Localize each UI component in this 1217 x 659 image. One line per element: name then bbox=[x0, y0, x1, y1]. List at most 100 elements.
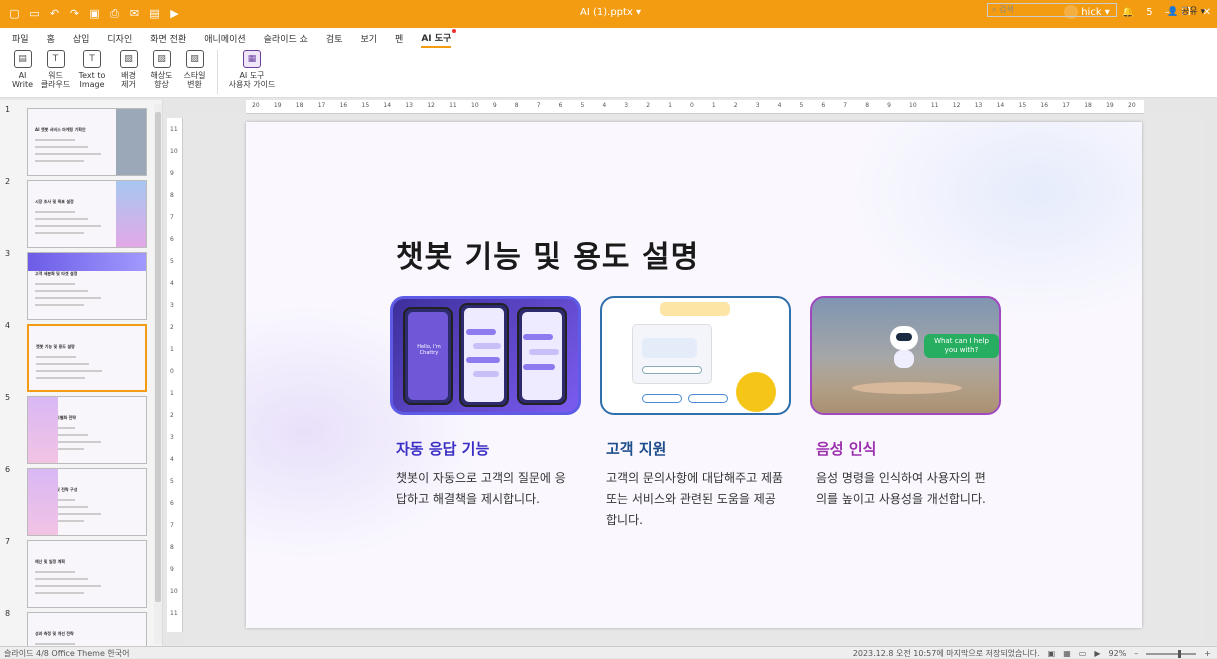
card-heading[interactable]: 자동 응답 기능 bbox=[396, 438, 489, 459]
ribbon-button-2[interactable]: T Text to Image bbox=[72, 48, 112, 96]
document-title[interactable]: AI (1).pptx ▾ bbox=[580, 7, 641, 18]
tab-2[interactable]: 삽입 bbox=[73, 30, 90, 47]
tab-10[interactable]: AI 도구 bbox=[421, 28, 457, 48]
redo-icon[interactable]: ↷ bbox=[68, 7, 81, 20]
zoom-slider[interactable] bbox=[1146, 649, 1197, 658]
ruler-tick: 19 bbox=[273, 102, 282, 109]
ruler-tick: 10 bbox=[170, 148, 178, 155]
reading-view-icon[interactable]: ▭ bbox=[1079, 649, 1087, 658]
slide-number: 3 bbox=[5, 249, 11, 258]
card-heading[interactable]: 고객 지원 bbox=[606, 438, 666, 459]
voice-robot-image[interactable]: What can I help you with? bbox=[810, 296, 1001, 415]
guide-icon: ▦ bbox=[243, 50, 261, 68]
ribbon-label: Image bbox=[79, 80, 105, 89]
ribbon-button-4[interactable]: ▨ 해상도 향상 bbox=[145, 48, 178, 96]
ribbon-button-6[interactable]: ▦ AI 도구 사용자 가이드 bbox=[224, 48, 280, 96]
zoom-in-button[interactable]: + bbox=[1204, 649, 1211, 658]
open-folder-icon[interactable]: ▭ bbox=[28, 7, 41, 20]
tab-6[interactable]: 슬라이드 쇼 bbox=[264, 30, 308, 47]
thumbnail-title: 시장 조사 및 목표 설정 bbox=[35, 199, 74, 204]
tab-8[interactable]: 보기 bbox=[360, 30, 377, 47]
status-left: 슬라이드 4/8 Office Theme 한국어 bbox=[4, 649, 130, 658]
ruler-tick: 20 bbox=[1128, 102, 1136, 109]
bell-icon[interactable]: 🔔 bbox=[1122, 7, 1134, 18]
slide-thumbnail[interactable]: 고객 세분화 및 타겟 설정 bbox=[27, 252, 147, 320]
slideshow-icon[interactable]: ▶ bbox=[168, 7, 181, 20]
tab-7[interactable]: 검토 bbox=[326, 30, 343, 47]
bg-remove-icon: ▨ bbox=[119, 50, 138, 68]
slide-thumbnail[interactable]: 시장 조사 및 목표 설정 bbox=[27, 180, 147, 248]
scrollbar-thumb[interactable] bbox=[155, 112, 161, 602]
thumbnail-scrollbar[interactable] bbox=[154, 104, 162, 644]
ribbon-ai-tools: ▤ AI Write T 워드 클라우드 T Text to Image ▨ 배경 제거 ▨ 해상도 향상 ▨… bbox=[0, 48, 1217, 98]
chat-phone-image[interactable]: Hello, I'm Chattry bbox=[390, 296, 581, 415]
slide-thumbnail-panel: 1 AI 챗봇 서비스 마케팅 기획안 2 시장 조사 및 목표 설정 3 고객 세분화 … bbox=[0, 100, 163, 646]
robot-speech-bubble: What can I help you with? bbox=[924, 334, 999, 358]
share-button[interactable]: 👤 공유 ▾ bbox=[1167, 4, 1205, 17]
slide-thumbnail[interactable]: 챗봇 기능 및 용도 설명 bbox=[27, 324, 147, 392]
save-icon[interactable]: ▣ bbox=[88, 7, 101, 20]
slide-number: 8 bbox=[5, 609, 11, 618]
search-input[interactable]: ⌕ 검색 bbox=[987, 3, 1117, 17]
email-icon[interactable]: ✉ bbox=[128, 7, 141, 20]
menu-tabs: 파일 홈 삽입 디자인 화면 전환 애니메이션 슬라이드 쇼 검토 보기 펜 AI 도구 bbox=[0, 28, 1217, 48]
ribbon-button-5[interactable]: ▨ 스타일 변환 bbox=[178, 48, 211, 96]
tab-0[interactable]: 파일 bbox=[12, 30, 29, 47]
ribbon-button-0[interactable]: ▤ AI Write bbox=[6, 48, 39, 96]
card-heading[interactable]: 음성 인식 bbox=[816, 438, 876, 459]
zoom-level[interactable]: 92% bbox=[1109, 649, 1127, 658]
ruler-tick: 12 bbox=[952, 102, 961, 109]
ruler-tick: 11 bbox=[170, 126, 178, 133]
ribbon-button-1[interactable]: T 워드 클라우드 bbox=[39, 48, 72, 96]
ruler-tick: 14 bbox=[996, 102, 1005, 109]
card-description[interactable]: 고객의 문의사항에 대답해주고 제품 또는 서비스와 관련된 도움을 제공합니다… bbox=[606, 468, 786, 531]
ruler-tick: 11 bbox=[170, 610, 178, 617]
slideshow-view-icon[interactable]: ▶ bbox=[1094, 649, 1100, 658]
text-t-icon: T bbox=[46, 50, 65, 68]
layout-icon[interactable]: ▤ bbox=[148, 7, 161, 20]
ruler-tick: 2 bbox=[646, 102, 651, 109]
slide-thumbnail[interactable]: AI 챗봇 서비스 마케팅 기획안 bbox=[27, 108, 147, 176]
ruler-tick: 3 bbox=[170, 434, 174, 441]
slide-number: 6 bbox=[5, 465, 11, 474]
thumbnail-title: 성과 측정 및 개선 전략 bbox=[35, 631, 74, 636]
ruler-tick: 8 bbox=[514, 102, 519, 109]
zoom-out-button[interactable]: – bbox=[1134, 649, 1138, 658]
ruler-tick: 7 bbox=[170, 214, 174, 221]
normal-view-icon[interactable]: ▣ bbox=[1048, 649, 1056, 658]
card-description[interactable]: 챗봇이 자동으로 고객의 질문에 응답하고 해결책을 제시합니다. bbox=[396, 468, 576, 510]
print-icon[interactable]: ⎙ bbox=[108, 7, 121, 20]
ruler-tick: 8 bbox=[170, 192, 174, 199]
slide-thumbnail[interactable]: 예산 및 일정 계획 bbox=[27, 540, 147, 608]
support-chat-image[interactable] bbox=[600, 296, 791, 415]
ruler-tick: 7 bbox=[536, 102, 541, 109]
ribbon-label: 워드 bbox=[48, 71, 63, 80]
slide-thumbnail[interactable]: 경쟁 분석과 차별화 전략 bbox=[27, 396, 147, 464]
ruler-tick: 6 bbox=[821, 102, 826, 109]
card-description[interactable]: 음성 명령을 인식하여 사용자의 편의를 높이고 사용성을 개선합니다. bbox=[816, 468, 996, 510]
ruler-tick: 9 bbox=[887, 102, 891, 109]
notification-badge[interactable]: 5 bbox=[1146, 7, 1152, 18]
slide[interactable]: 챗봇 기능 및 용도 설명 Hello, I'm Chattry What ca… bbox=[246, 122, 1142, 628]
ruler-tick: 18 bbox=[1084, 102, 1092, 109]
tab-9[interactable]: 펜 bbox=[395, 30, 403, 47]
ribbon-button-3[interactable]: ▨ 배경 제거 bbox=[112, 48, 145, 96]
tab-4[interactable]: 화면 전환 bbox=[150, 30, 186, 47]
thumbnail-title: 챗봇 기능 및 용도 설명 bbox=[36, 344, 75, 349]
phone-graphic bbox=[517, 307, 567, 405]
slide-thumbnail[interactable]: 마케팅 채널 및 전략 구성 bbox=[27, 468, 147, 536]
ruler-tick: 2 bbox=[170, 324, 174, 331]
new-file-icon[interactable]: ▢ bbox=[8, 7, 21, 20]
search-icon: ⌕ bbox=[992, 5, 997, 14]
undo-icon[interactable]: ↶ bbox=[48, 7, 61, 20]
slide-thumbnail[interactable]: 성과 측정 및 개선 전략 bbox=[27, 612, 147, 646]
grid-view-icon[interactable]: ▦ bbox=[1063, 649, 1071, 658]
ribbon-label: Text to bbox=[78, 71, 106, 80]
slide-title[interactable]: 챗봇 기능 및 용도 설명 bbox=[396, 232, 699, 276]
ruler-tick: 15 bbox=[1018, 102, 1027, 109]
tab-1[interactable]: 홈 bbox=[47, 30, 55, 47]
ribbon-label: 제거 bbox=[121, 80, 136, 89]
ruler-tick: 9 bbox=[170, 170, 174, 177]
tab-3[interactable]: 디자인 bbox=[107, 30, 132, 47]
tab-5[interactable]: 애니메이션 bbox=[204, 30, 245, 47]
